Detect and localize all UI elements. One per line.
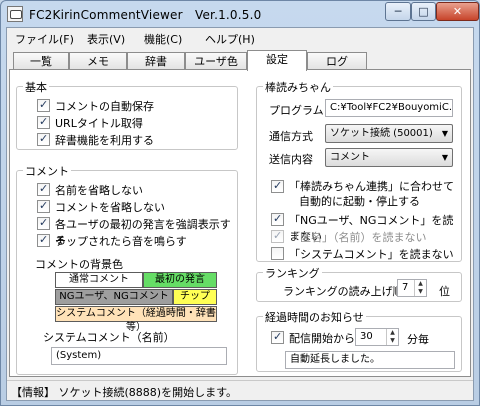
maximize-button[interactable]: □ — [411, 2, 436, 21]
window-title: FC2KirinCommentViewer Ver.1.0.5.0 — [29, 8, 262, 22]
notice-checkbox[interactable]: 配信開始から — [271, 330, 355, 346]
comment-group: コメント 名前を省略しない コメントを省略しない 各ユーザの最初の発言を強調表示… — [16, 163, 238, 375]
program-path-input[interactable]: C:¥Tool¥FC2¥BouyomiC... — [325, 99, 453, 117]
menu-view[interactable]: 表示(V) — [87, 31, 125, 47]
ranking-group-title: ランキング — [263, 265, 322, 281]
checkbox-icon — [37, 98, 50, 112]
bouyomi-group: 棒読みちゃん プログラム C:¥Tool¥FC2¥BouyomiC... 通信方… — [256, 79, 462, 262]
notice-minutes-spinner[interactable]: 30 ▲ ▼ — [355, 328, 399, 346]
autosave-label: コメントの自動保存 — [55, 100, 154, 113]
ranking-value: 7 — [402, 282, 409, 293]
dictionary-label: 辞書機能を利用する — [55, 134, 154, 147]
url-title-checkbox[interactable]: URLタイトル取得 — [37, 115, 143, 131]
checkbox-icon — [271, 212, 284, 226]
checkbox-icon — [37, 199, 50, 213]
menu-function[interactable]: 機能(C) — [144, 31, 182, 47]
no-omit-name-checkbox[interactable]: 名前を省略しない — [37, 182, 143, 198]
app-window: FC2KirinCommentViewer Ver.1.0.5.0 ─ □ ✕ … — [0, 0, 480, 406]
basic-group-title: 基本 — [23, 79, 49, 95]
spin-arrows-icon[interactable]: ▲ ▼ — [386, 329, 398, 345]
tab-memo[interactable]: メモ — [69, 52, 127, 70]
notice-group-title: 経過時間のお知らせ — [263, 309, 366, 325]
notice-unit: 分毎 — [407, 333, 429, 346]
swatch-system[interactable]: システムコメント（経過時間・辞書等） — [55, 306, 217, 333]
tab-list[interactable]: 一覧 — [13, 52, 69, 70]
basic-group: 基本 コメントの自動保存 URLタイトル取得 辞書機能を利用する — [16, 79, 238, 150]
ranking-label: ランキングの読み上げ順位 — [283, 285, 415, 298]
system-name-label: システムコメント（名前） — [43, 331, 175, 344]
content-select[interactable]: コメント ▼ — [325, 148, 453, 167]
menu-bar: ファイル(F) 表示(V) 機能(C) ヘルプ(H) — [7, 28, 473, 48]
tab-dictionary[interactable]: 辞書 — [127, 52, 185, 70]
app-icon — [7, 6, 23, 22]
swatch-tip[interactable]: チップ — [173, 289, 217, 305]
dictionary-checkbox[interactable]: 辞書機能を利用する — [37, 132, 154, 148]
minimize-button[interactable]: ─ — [385, 2, 411, 21]
method-value: ソケット接続 (50001) — [330, 128, 433, 139]
dropdown-arrow-icon: ▼ — [441, 129, 448, 138]
spin-arrows-icon[interactable]: ▲ ▼ — [414, 280, 426, 296]
no-omit-comment-checkbox[interactable]: コメントを省略しない — [37, 199, 165, 215]
method-select[interactable]: ソケット接続 (50001) ▼ — [325, 124, 453, 143]
tip-sound-label: チップされたら音を鳴らす — [55, 235, 187, 248]
menu-help[interactable]: ヘルプ(H) — [205, 31, 255, 47]
tab-strip: 一覧 メモ 辞書 ユーザ色 設定 ログ — [9, 50, 471, 71]
skip-anonymous-label: 「匿名」（名前）を読まない — [289, 231, 427, 244]
auto-start-checkbox[interactable]: 「棒読みちゃん連携」に合わせて自動的に起動・停止する — [271, 179, 454, 209]
autosave-checkbox[interactable]: コメントの自動保存 — [37, 98, 154, 114]
checkbox-icon — [37, 233, 50, 247]
dropdown-arrow-icon: ▼ — [441, 153, 448, 162]
swatch-first[interactable]: 最初の発言 — [143, 272, 217, 288]
checkbox-icon — [271, 330, 284, 344]
checkbox-icon — [271, 179, 284, 193]
program-label: プログラム — [269, 104, 324, 117]
no-omit-comment-label: コメントを省略しない — [55, 201, 165, 214]
url-title-label: URLタイトル取得 — [55, 117, 143, 130]
close-button[interactable]: ✕ — [436, 2, 479, 21]
title-bar[interactable]: FC2KirinCommentViewer Ver.1.0.5.0 ─ □ ✕ — [1, 1, 479, 27]
bouyomi-group-title: 棒読みちゃん — [263, 79, 333, 95]
skip-system-label: 「システムコメント」を読まない — [289, 248, 454, 261]
minimize-icon: ─ — [394, 5, 402, 18]
tip-sound-checkbox[interactable]: チップされたら音を鳴らす — [37, 233, 187, 249]
ranking-spinner[interactable]: 7 ▲ ▼ — [397, 279, 427, 297]
tab-log[interactable]: ログ — [307, 52, 367, 70]
close-icon: ✕ — [452, 5, 463, 18]
checkbox-icon — [37, 182, 50, 196]
ranking-unit: 位 — [439, 285, 450, 298]
notice-message-input[interactable]: 自動延長しました。 — [285, 351, 455, 369]
content-label: 送信内容 — [269, 153, 313, 166]
content-value: コメント — [330, 152, 370, 163]
tab-user-color[interactable]: ユーザ色 — [185, 52, 247, 70]
client-area: ファイル(F) 表示(V) 機能(C) ヘルプ(H) 一覧 メモ 辞書 ユーザ色… — [6, 27, 474, 401]
swatch-normal[interactable]: 通常コメント — [55, 272, 143, 288]
background-color-label: コメントの背景色 — [35, 258, 123, 271]
menu-file[interactable]: ファイル(F) — [15, 31, 74, 47]
method-label: 通信方式 — [269, 130, 313, 143]
system-name-input[interactable]: (System) — [51, 347, 227, 365]
checkbox-icon — [271, 247, 284, 260]
skip-system-checkbox[interactable]: 「システムコメント」を読まない — [271, 246, 454, 262]
maximize-icon: □ — [418, 5, 429, 18]
checkbox-icon — [37, 216, 50, 230]
tab-settings[interactable]: 設定 — [247, 50, 307, 71]
notice-check-label: 配信開始から — [289, 332, 355, 345]
status-bar: 【情報】 ソケット接続(8888)を開始します。 — [7, 380, 473, 400]
ranking-group: ランキング ランキングの読み上げ順位 7 ▲ ▼ 位 — [256, 265, 462, 302]
notice-minutes-value: 30 — [360, 331, 373, 342]
auto-start-label: 「棒読みちゃん連携」に合わせて 自動的に起動・停止する — [289, 180, 454, 208]
checkbox-icon — [37, 132, 50, 146]
swatch-ng[interactable]: NGユーザ、NGコメント — [55, 289, 173, 305]
comment-group-title: コメント — [23, 163, 71, 179]
notice-group: 経過時間のお知らせ 配信開始から 30 ▲▼ 分毎 自動延長しました。 — [256, 309, 462, 372]
checkbox-icon — [271, 229, 284, 243]
settings-panel: 基本 コメントの自動保存 URLタイトル取得 辞書機能を利用する コメント 名前… — [9, 69, 471, 377]
checkbox-icon — [37, 115, 50, 129]
no-omit-name-label: 名前を省略しない — [55, 184, 143, 197]
skip-anonymous-checkbox[interactable]: 「匿名」（名前）を読まない — [271, 229, 427, 245]
